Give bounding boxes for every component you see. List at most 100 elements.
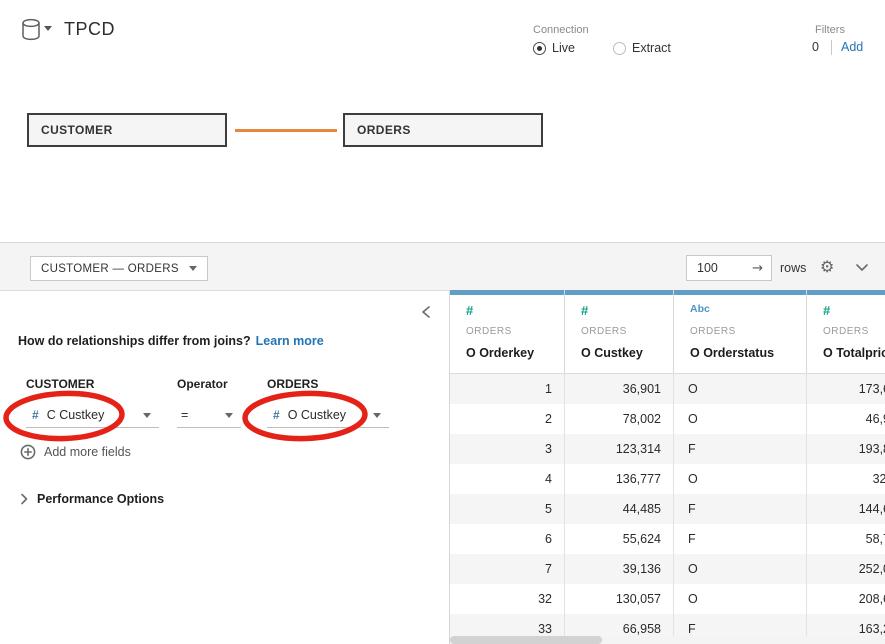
grid-cell: 2 [450,404,565,434]
number-type-icon: # [466,303,473,318]
row-count-input[interactable]: 100 → [686,255,772,281]
right-field-dropdown[interactable]: # O Custkey [267,403,389,428]
grid-cell: O [674,464,807,494]
chevron-down-icon[interactable] [855,263,869,272]
chevron-down-icon [373,413,381,418]
grid-header-row: #ORDERSO Orderkey#ORDERSO CustkeyAbcORDE… [450,290,885,374]
filters-count: 0 [812,40,819,54]
column-table-label: ORDERS [690,326,736,337]
column-table-label: ORDERS [466,326,512,337]
learn-more-link[interactable]: Learn more [256,334,324,348]
grid-cell: F [674,434,807,464]
question-text: How do relationships differ from joins? [18,334,251,348]
column-header-o-orderkey[interactable]: #ORDERSO Orderkey [450,290,565,374]
grid-cell: 123,314 [565,434,674,464]
number-type-icon: # [32,408,39,422]
column-header-o-custkey[interactable]: #ORDERSO Custkey [565,290,674,374]
grid-cell: 3 [450,434,565,464]
grid-cell: 193,8 [807,434,885,464]
radio-extract[interactable]: Extract [613,40,671,56]
filters-add-link[interactable]: Add [841,40,863,54]
grid-cell: 78,002 [565,404,674,434]
radio-live[interactable]: Live [533,40,575,56]
grid-cell: 130,057 [565,584,674,614]
table-row: 544,485F144,6 [450,494,885,524]
column-header-o-totalprice[interactable]: #ORDERSO Totalprice [807,290,885,374]
filters-divider [831,40,832,55]
table-row: 3123,314F193,8 [450,434,885,464]
grid-cell: F [674,524,807,554]
right-table-column-label: ORDERS [267,377,318,391]
radio-extract-label: Extract [632,41,671,55]
operator-column-label: Operator [177,377,228,391]
grid-cell: 5 [450,494,565,524]
relationship-selector-label: CUSTOMER — ORDERS [41,263,179,275]
grid-cell: 58,7 [807,524,885,554]
horizontal-scrollbar-thumb[interactable] [450,636,602,644]
column-header-o-orderstatus[interactable]: Abc ORDERS O Orderstatus [674,290,807,374]
left-field-dropdown[interactable]: # C Custkey [26,403,159,428]
table-row: 136,901O173,6 [450,374,885,404]
grid-cell: 144,6 [807,494,885,524]
grid-cell: 136,777 [565,464,674,494]
grid-cell: F [674,494,807,524]
chevron-down-icon [189,266,197,271]
grid-cell: O [674,374,807,404]
grid-cell: 1 [450,374,565,404]
rows-label: rows [780,261,806,275]
apply-arrow-icon[interactable]: → [752,261,763,276]
grid-cell: 36,901 [565,374,674,404]
grid-cell: 252,0 [807,554,885,584]
filters-label: Filters [815,24,845,36]
table-row: 739,136O252,0 [450,554,885,584]
radio-live-label: Live [552,41,575,55]
column-accent-bar [450,290,564,295]
connection-label: Connection [533,24,589,36]
right-field-value: O Custkey [288,408,346,422]
database-menu-caret-icon[interactable] [44,26,52,31]
number-type-icon: # [823,303,830,318]
row-count-value: 100 [697,261,718,275]
grid-body: 136,901O173,6278,002O46,93123,314F193,84… [450,374,885,644]
radio-unselected-icon [613,42,626,55]
collapse-panel-icon[interactable] [421,305,431,319]
grid-cell: 55,624 [565,524,674,554]
add-more-fields-button[interactable]: Add more fields [20,444,131,460]
table-row: 278,002O46,9 [450,404,885,434]
datagrid-toolbar: CUSTOMER — ORDERS 100 → rows ⚙ [0,242,885,291]
radio-selected-icon [533,42,546,55]
grid-cell: 39,136 [565,554,674,584]
table-row: 4136,777O32, [450,464,885,494]
performance-options-label: Performance Options [37,492,164,506]
database-icon[interactable] [20,18,42,42]
plus-circle-icon [20,444,36,460]
table-row: 655,624F58,7 [450,524,885,554]
relationship-selector-dropdown[interactable]: CUSTOMER — ORDERS [30,256,208,281]
chevron-down-icon [225,413,233,418]
grid-cell: 173,6 [807,374,885,404]
grid-cell: 6 [450,524,565,554]
relationship-noodle[interactable] [235,129,337,132]
left-table-column-label: CUSTOMER [26,377,94,391]
grid-cell: 7 [450,554,565,584]
column-accent-bar [674,290,806,295]
operator-value: = [181,408,188,422]
table-node-customer[interactable]: CUSTOMER [27,113,227,147]
operator-dropdown[interactable]: = [177,403,241,428]
datasource-title: TPCD [64,19,115,40]
column-table-label: ORDERS [581,326,627,337]
grid-cell: 44,485 [565,494,674,524]
table-node-orders[interactable]: ORDERS [343,113,543,147]
add-more-fields-label: Add more fields [44,445,131,459]
column-field-label: O Orderstatus [690,346,774,360]
column-field-label: O Custkey [581,346,643,360]
string-type-icon: Abc [690,303,710,315]
performance-options-expander[interactable]: Performance Options [20,492,164,506]
grid-cell: 4 [450,464,565,494]
column-field-label: O Totalprice [823,346,885,360]
grid-cell: 32, [807,464,885,494]
table-row: 32130,057O208,6 [450,584,885,614]
grid-cell: O [674,554,807,584]
gear-icon[interactable]: ⚙ [820,257,834,276]
table-node-label: CUSTOMER [41,123,113,137]
